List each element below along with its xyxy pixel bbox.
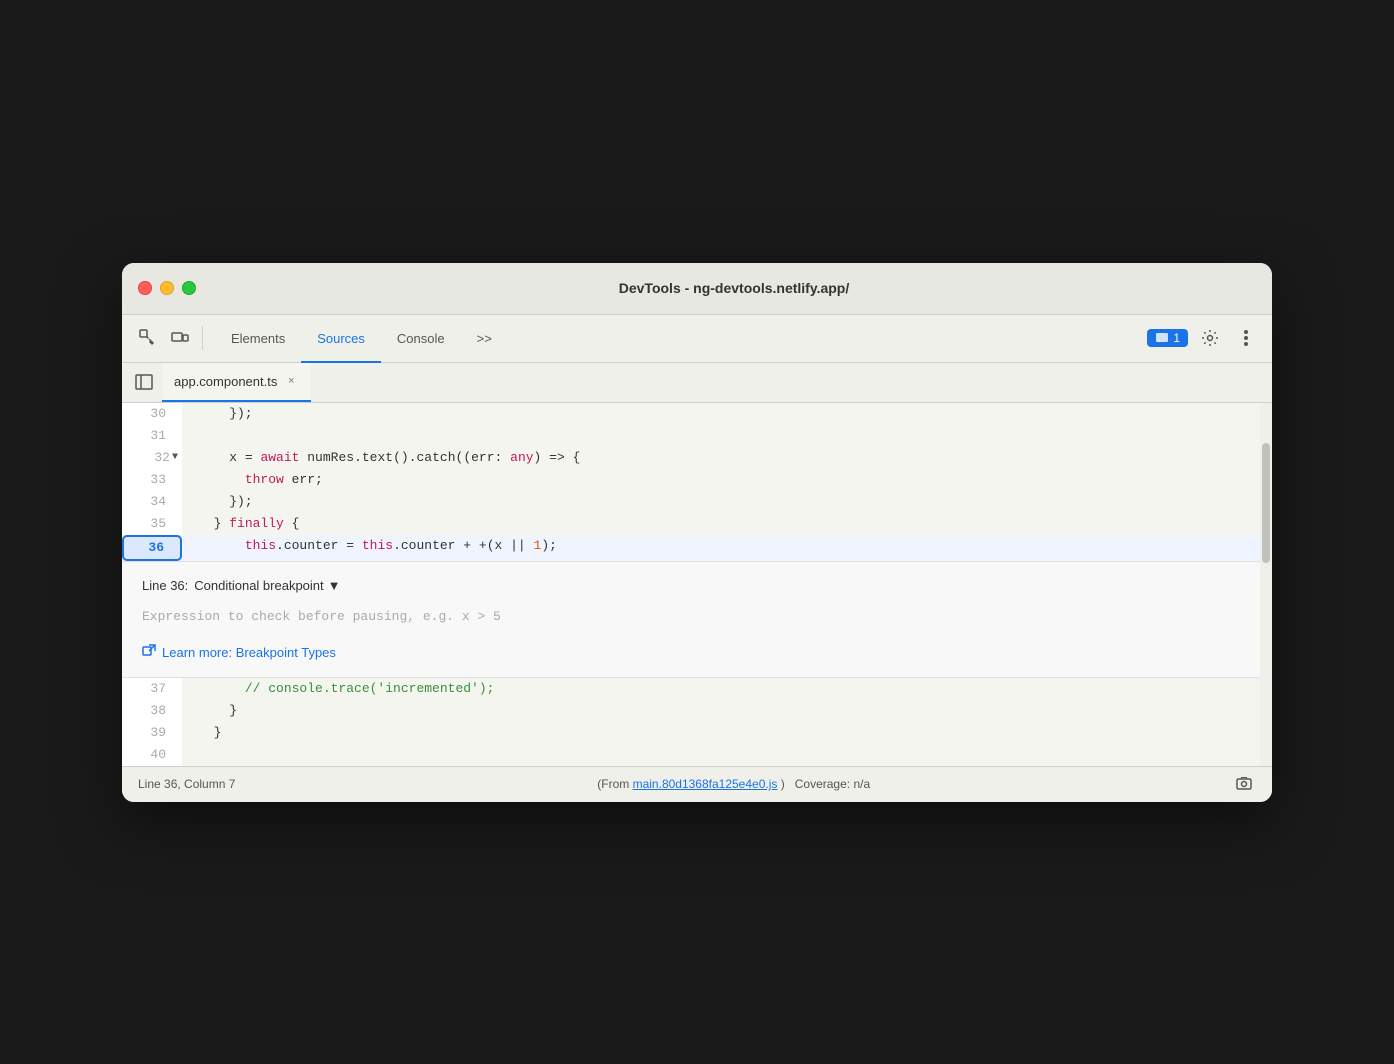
line-content-33: throw err; [182, 469, 1260, 491]
screenshot-icon [1236, 776, 1252, 792]
line-number-31: 31 [122, 425, 182, 447]
line-content-35: } finally { [182, 513, 1260, 535]
code-line-33: 33 throw err; [122, 469, 1260, 491]
scrollbar-thumb[interactable] [1262, 443, 1270, 563]
external-link-icon [142, 644, 156, 661]
breakpoint-type-dropdown[interactable]: Conditional breakpoint ▼ [194, 578, 340, 593]
breakpoint-line-label: Line 36: [142, 578, 188, 593]
breakpoint-expression-input[interactable] [142, 605, 1240, 628]
status-from-suffix: ) [781, 777, 785, 791]
status-right [1232, 772, 1256, 796]
status-coverage: Coverage: n/a [795, 777, 870, 791]
inspect-element-button[interactable] [134, 324, 162, 352]
inspect-icon [139, 329, 157, 347]
message-icon [1155, 331, 1169, 345]
line-content-40 [182, 744, 1260, 766]
screenshot-button[interactable] [1232, 772, 1256, 796]
device-toolbar-button[interactable] [166, 324, 194, 352]
settings-button[interactable] [1196, 324, 1224, 352]
sidebar-toggle-icon [135, 374, 153, 390]
line-number-36: 36 [122, 535, 182, 561]
line-content-31 [182, 425, 1260, 447]
more-menu-icon [1244, 330, 1248, 346]
line-number-35: 35 [122, 513, 182, 535]
line-number-34: 34 [122, 491, 182, 513]
file-tab-close-button[interactable]: × [283, 373, 299, 389]
line-content-39: } [182, 722, 1260, 744]
code-line-40: 40 [122, 744, 1260, 766]
status-bar: Line 36, Column 7 (From main.80d1368fa12… [122, 766, 1272, 802]
file-tab-app-component[interactable]: app.component.ts × [162, 363, 311, 402]
code-line-37: 37 // console.trace('incremented'); [122, 678, 1260, 700]
line-content-34: }); [182, 491, 1260, 513]
toolbar-right: 1 [1147, 324, 1260, 352]
line-content-30: }); [182, 403, 1260, 425]
toolbar-tabs: Elements Sources Console >> [215, 315, 508, 362]
settings-icon [1201, 329, 1219, 347]
code-line-35: 35 } finally { [122, 513, 1260, 535]
devtools-toolbar: Elements Sources Console >> 1 [122, 315, 1272, 363]
code-line-32: 32 ▼ x = await numRes.text().catch((err:… [122, 447, 1260, 469]
line-content-36: this.counter = this.counter + +(x || 1); [182, 535, 1260, 561]
code-line-31: 31 [122, 425, 1260, 447]
code-line-34: 34 }); [122, 491, 1260, 513]
maximize-button[interactable] [182, 281, 196, 295]
code-line-38: 38 } [122, 700, 1260, 722]
code-line-39: 39 } [122, 722, 1260, 744]
line-number-32: 32 ▼ [122, 447, 182, 469]
code-editor[interactable]: 30 }); 31 32 ▼ x = await numRes.text().c… [122, 403, 1260, 766]
devtools-window: DevTools - ng-devtools.netlify.app/ Elem… [122, 263, 1272, 802]
line-number-30: 30 [122, 403, 182, 425]
status-position: Line 36, Column 7 [138, 777, 235, 791]
titlebar: DevTools - ng-devtools.netlify.app/ [122, 263, 1272, 315]
editor-container: 30 }); 31 32 ▼ x = await numRes.text().c… [122, 403, 1272, 766]
tab-elements[interactable]: Elements [215, 316, 301, 363]
traffic-lights [138, 281, 196, 295]
close-button[interactable] [138, 281, 152, 295]
scrollbar[interactable] [1260, 403, 1272, 766]
line-number-39: 39 [122, 722, 182, 744]
tab-console[interactable]: Console [381, 316, 461, 363]
line-number-40: 40 [122, 744, 182, 766]
file-tab-label: app.component.ts [174, 374, 277, 389]
device-icon [171, 329, 189, 347]
line-content-37: // console.trace('incremented'); [182, 678, 1260, 700]
code-line-36: 36 this.counter = this.counter + +(x || … [122, 535, 1260, 561]
line-number-37: 37 [122, 678, 182, 700]
sidebar-toggle-button[interactable] [130, 368, 158, 396]
breakpoint-type-label: Conditional breakpoint [194, 578, 323, 593]
window-title: DevTools - ng-devtools.netlify.app/ [212, 280, 1256, 296]
status-source-info: (From main.80d1368fa125e4e0.js ) Coverag… [235, 777, 1232, 791]
line-content-32: x = await numRes.text().catch((err: any)… [182, 447, 1260, 469]
line-number-38: 38 [122, 700, 182, 722]
tab-sources[interactable]: Sources [301, 316, 381, 363]
breakpoint-link-row: Learn more: Breakpoint Types [142, 644, 1240, 661]
message-badge[interactable]: 1 [1147, 329, 1188, 347]
line-number-33: 33 [122, 469, 182, 491]
breakpoint-learn-more-link[interactable]: Learn more: Breakpoint Types [162, 645, 336, 660]
minimize-button[interactable] [160, 281, 174, 295]
breakpoint-dropdown-arrow: ▼ [328, 578, 341, 593]
breakpoint-panel: Line 36: Conditional breakpoint ▼ Learn [122, 561, 1260, 678]
line-content-38: } [182, 700, 1260, 722]
tab-more[interactable]: >> [461, 316, 508, 363]
status-source-file-link[interactable]: main.80d1368fa125e4e0.js [633, 777, 778, 791]
file-tabbar: app.component.ts × [122, 363, 1272, 403]
more-menu-button[interactable] [1232, 324, 1260, 352]
status-from-label: (From [597, 777, 629, 791]
code-line-30: 30 }); [122, 403, 1260, 425]
breakpoint-header: Line 36: Conditional breakpoint ▼ [142, 578, 1240, 593]
toolbar-divider [202, 326, 203, 350]
